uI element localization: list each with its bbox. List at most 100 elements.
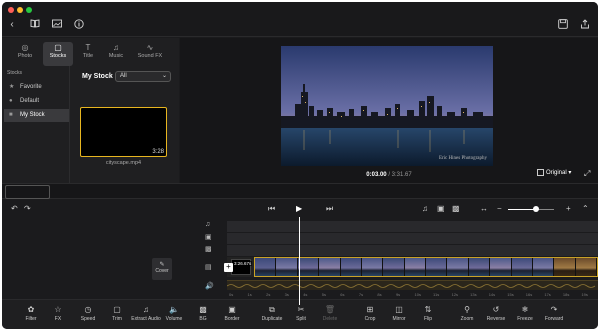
intro-frame[interactable]: 3:26.67s bbox=[231, 259, 253, 275]
audio-track-icon: 🔊 bbox=[205, 283, 214, 290]
tool-bg-button[interactable]: ▩ BG bbox=[188, 304, 218, 322]
tool-fx-button[interactable]: ☆ FX bbox=[43, 304, 73, 322]
tool-zoom-button[interactable]: ⚲ Zoom bbox=[452, 304, 482, 322]
tool-duplicate-button[interactable]: ⧉ Duplicate bbox=[257, 304, 287, 322]
tool-flip-button[interactable]: ⇅ Flip bbox=[413, 304, 443, 322]
timeline-navigator[interactable] bbox=[2, 183, 598, 199]
redo-icon[interactable]: ↷ bbox=[24, 204, 31, 214]
fit-timeline-icon[interactable]: ↔ bbox=[480, 204, 488, 214]
info-icon[interactable] bbox=[73, 19, 85, 31]
tool-border-button[interactable]: ▣ Border bbox=[217, 304, 247, 322]
mirror-icon: ◫ bbox=[395, 305, 403, 314]
tool-extract-audio-button[interactable]: ♫ Extract Audio bbox=[131, 304, 161, 322]
playhead[interactable] bbox=[299, 217, 300, 305]
back-icon[interactable]: ‹ bbox=[6, 19, 18, 31]
sidebar-item-my-stock[interactable]: ■ My Stock bbox=[4, 109, 69, 122]
tab-photo[interactable]: ◎ Photo bbox=[10, 42, 40, 66]
tool-crop-button[interactable]: ⊞ Crop bbox=[355, 304, 385, 322]
main-video-track[interactable]: 3:26.67s bbox=[227, 257, 598, 277]
photo-icon: ◎ bbox=[21, 43, 29, 52]
ruler-mark: 0s bbox=[229, 292, 234, 297]
zoom-out-icon[interactable]: − bbox=[497, 204, 502, 214]
tool-mirror-button[interactable]: ◫ Mirror bbox=[384, 304, 414, 322]
video-preview[interactable]: Eric Hines Photography bbox=[281, 46, 493, 166]
add-media-icon[interactable]: ▩ bbox=[452, 204, 460, 214]
save-icon[interactable] bbox=[557, 19, 569, 31]
tool-freeze-button[interactable]: ❄ Freeze bbox=[510, 304, 540, 322]
timecode: 0:03.00 / 3:31.67 bbox=[366, 172, 412, 178]
tab-stocks[interactable]: ▢ Stocks bbox=[43, 42, 73, 66]
minimize-window-button[interactable] bbox=[17, 7, 23, 13]
tool-volume-button[interactable]: 🔈 Volume bbox=[159, 304, 189, 322]
overlay-track[interactable] bbox=[227, 245, 598, 256]
transport-bar: ↶ ↷ ⏮ ▶ ⏭ ♫ ▣ ▩ ↔ − + ⌃ bbox=[2, 201, 598, 219]
sidebar-item-favorite[interactable]: ★ Favorite bbox=[4, 81, 69, 94]
tool-split-button[interactable]: ✂ Split bbox=[286, 304, 316, 322]
export-icon[interactable] bbox=[579, 19, 591, 31]
speed-icon: ◷ bbox=[84, 305, 92, 314]
tool-delete-button[interactable]: 🗑 Delete bbox=[315, 304, 345, 322]
tool-forward-button[interactable]: ↷ Forward bbox=[539, 304, 569, 322]
add-clip-button[interactable]: + bbox=[224, 263, 233, 272]
maximize-window-button[interactable] bbox=[26, 7, 32, 13]
image-icon[interactable] bbox=[51, 19, 63, 31]
audio-track[interactable] bbox=[226, 280, 598, 290]
music-track[interactable] bbox=[227, 221, 598, 232]
fullscreen-icon[interactable]: ⤢ bbox=[584, 169, 590, 179]
timeline-ruler[interactable]: 0s 1s 2s 3s 4s 5s 6s 7s 8s 9s 10s 11s 12s 13s 14s 15s 16… bbox=[227, 291, 598, 299]
timeline: ♫ ▣ ▩ ▤ 3:26.67s 🔊 0s 1s 2s 3s 4s 5s 6s … bbox=[2, 219, 598, 299]
tab-music[interactable]: ♫ Music bbox=[101, 42, 131, 66]
zoom-in-icon[interactable]: + bbox=[566, 204, 571, 214]
flip-icon: ⇅ bbox=[424, 305, 432, 314]
cover-button[interactable]: ✎ Cover bbox=[152, 258, 172, 280]
tool-label: Delete bbox=[322, 316, 338, 322]
ruler-mark: 9s bbox=[395, 292, 401, 297]
tab-title[interactable]: T Title bbox=[73, 42, 103, 66]
navigator-window[interactable] bbox=[5, 185, 50, 199]
tool-speed-button[interactable]: ◷ Speed bbox=[73, 304, 103, 322]
tool-label: Zoom bbox=[460, 316, 474, 322]
bg-icon: ▩ bbox=[199, 305, 207, 314]
video-clip[interactable] bbox=[254, 257, 598, 277]
crop-icon: ⊞ bbox=[366, 305, 374, 314]
tool-label: FX bbox=[54, 316, 62, 322]
filter-dropdown[interactable]: All ⌄ bbox=[115, 71, 171, 82]
tool-reverse-button[interactable]: ↺ Reverse bbox=[481, 304, 511, 322]
sidebar-header: Stocks bbox=[7, 70, 23, 76]
star-icon: ★ bbox=[9, 84, 15, 90]
skip-back-icon[interactable]: ⏮ bbox=[268, 204, 275, 214]
quality-selector[interactable]: Original ▾ bbox=[537, 169, 571, 176]
chevron-down-icon: ⌄ bbox=[161, 73, 167, 79]
tool-filter-button[interactable]: ✿ Filter bbox=[16, 304, 46, 322]
play-icon[interactable]: ▶ bbox=[296, 204, 302, 214]
zoom-slider-handle[interactable] bbox=[533, 206, 539, 212]
tool-trim-button[interactable]: ▢ Trim bbox=[102, 304, 132, 322]
reverse-icon: ↺ bbox=[492, 305, 500, 314]
ruler-mark: 16s bbox=[525, 292, 533, 297]
tab-title-label: Title bbox=[82, 53, 94, 59]
tab-music-label: Music bbox=[108, 53, 124, 59]
sidebar-item-default[interactable]: ● Default bbox=[4, 95, 69, 108]
ruler-mark: 18s bbox=[562, 292, 570, 297]
music-icon: ♫ bbox=[113, 43, 119, 52]
undo-icon[interactable]: ↶ bbox=[11, 204, 18, 214]
close-window-button[interactable] bbox=[8, 7, 14, 13]
sidebar-item-label: Favorite bbox=[20, 84, 42, 90]
book-icon[interactable] bbox=[29, 19, 41, 31]
quality-value: Original bbox=[546, 170, 567, 177]
tool-label: Flip bbox=[423, 316, 433, 322]
collapse-icon[interactable]: ⌃ bbox=[582, 204, 589, 214]
text-track[interactable] bbox=[227, 233, 598, 244]
ruler-mark: 11s bbox=[433, 292, 440, 297]
soundfx-icon: ∿ bbox=[146, 43, 154, 52]
skip-forward-icon[interactable]: ⏭ bbox=[326, 204, 333, 214]
add-music-icon[interactable]: ♫ bbox=[422, 204, 428, 214]
tool-label: Duplicate bbox=[261, 316, 283, 322]
stock-clip-thumbnail[interactable]: 3:28 bbox=[80, 107, 167, 157]
overlay-track-icon: ▩ bbox=[205, 246, 212, 253]
tool-label: Filter bbox=[25, 316, 37, 322]
tool-label: Trim bbox=[112, 316, 122, 322]
delete-icon: 🗑 bbox=[324, 305, 336, 314]
tab-sound-fx[interactable]: ∿ Sound FX bbox=[133, 42, 167, 66]
add-text-icon[interactable]: ▣ bbox=[437, 204, 445, 214]
